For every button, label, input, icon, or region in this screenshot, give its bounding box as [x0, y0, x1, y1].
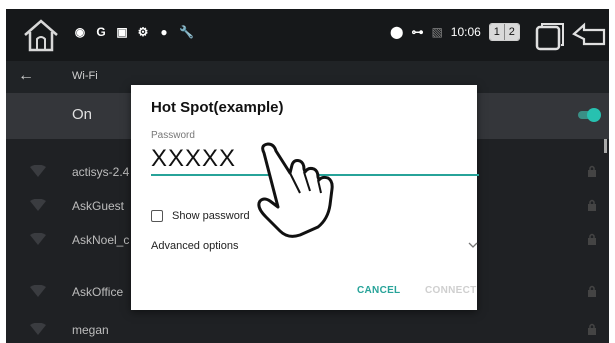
settings-icon: ⚙: [137, 25, 149, 39]
wifi-signal-icon: [30, 233, 46, 245]
recent-apps-icon[interactable]: [535, 21, 565, 51]
wifi-signal-icon: [30, 199, 46, 211]
screen-button-1[interactable]: 1: [489, 24, 505, 40]
chevron-down-icon[interactable]: [468, 240, 478, 250]
clock: 10:06: [450, 25, 481, 39]
no-sim-icon: ▧: [431, 25, 443, 39]
home-icon[interactable]: [22, 17, 60, 53]
calendar-icon: ▣: [116, 25, 128, 39]
lock-icon: [588, 323, 596, 335]
location-icon: ◉: [74, 25, 86, 39]
screen-button-2[interactable]: 2: [504, 24, 519, 40]
toggle-thumb: [587, 108, 601, 122]
lock-icon: [588, 285, 596, 297]
wifi-toggle-switch[interactable]: [578, 108, 601, 122]
status-bar: ◉ G ▣ ⚙ ● 🔧 ⬤ ⊶ ▧ 10:06 1 2: [6, 9, 609, 61]
back-icon[interactable]: [572, 22, 608, 50]
g-icon: G: [96, 25, 106, 39]
screen-buttons: 1 2: [488, 23, 520, 41]
connect-button[interactable]: CONNECT: [425, 285, 477, 296]
wrench-icon: 🔧: [179, 25, 194, 39]
pointing-hand-icon: [257, 142, 334, 238]
lock-icon: [588, 199, 596, 211]
android-screen: ◉ G ▣ ⚙ ● 🔧 ⬤ ⊶ ▧ 10:06 1 2 ← Wi-Fi On a…: [6, 9, 609, 343]
system-status: ⬤ ⊶ ▧ 10:06 1 2: [390, 23, 520, 41]
cancel-button[interactable]: CANCEL: [357, 285, 400, 296]
scrollbar[interactable]: [604, 139, 607, 153]
wifi-signal-icon: [30, 165, 46, 177]
network-name: AskGuest: [72, 199, 125, 213]
network-row[interactable]: megan: [6, 313, 609, 343]
network-name: AskNoel_c: [72, 233, 130, 247]
network-name: megan: [72, 323, 109, 337]
circle-icon: ●: [160, 25, 168, 39]
page-title: Wi-Fi: [72, 70, 98, 82]
show-password-label[interactable]: Show password: [172, 210, 250, 222]
advanced-options[interactable]: Advanced options: [151, 240, 238, 252]
notification-icons: ◉ G ▣ ⚙ ● 🔧: [74, 25, 194, 39]
dialog-title: Hot Spot(example): [151, 99, 284, 116]
wifi-signal-icon: [30, 285, 46, 297]
wifi-toggle-label: On: [72, 106, 93, 123]
lock-icon: [588, 233, 596, 245]
network-name: actisys-2.4: [72, 165, 130, 179]
lock-icon: [588, 165, 596, 177]
key-icon: ⊶: [411, 25, 424, 39]
show-password-checkbox[interactable]: [151, 210, 163, 222]
network-name: AskOffice: [72, 285, 124, 299]
password-label: Password: [151, 130, 195, 141]
wifi-signal-icon: [30, 323, 46, 335]
back-arrow-icon[interactable]: ←: [18, 67, 34, 85]
location-pin-icon: ⬤: [390, 25, 404, 39]
